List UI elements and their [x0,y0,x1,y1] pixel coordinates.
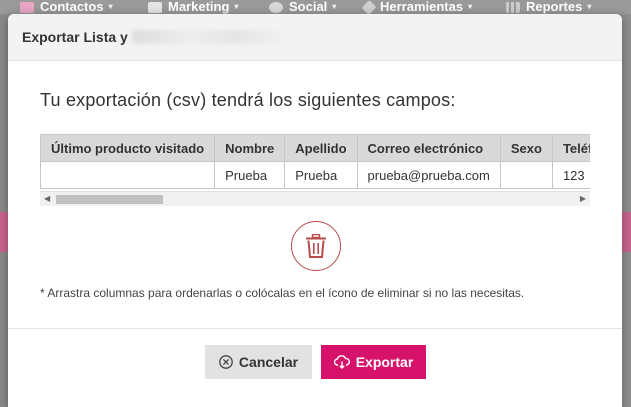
table-cell [40,161,216,189]
scroll-right-icon[interactable]: ▶ [580,194,586,203]
nav-label: Herramientas [380,0,464,14]
table-cell [499,161,553,189]
table-cell: Prueba [214,161,286,189]
social-icon [269,1,283,13]
table-cell: Prueba [284,161,358,189]
export-button[interactable]: Exportar [321,345,426,379]
cancel-label: Cancelar [238,354,299,370]
redacted-list-name [131,30,282,44]
background-page-left [0,14,8,407]
horizontal-scrollbar[interactable]: ◀ ▶ [40,191,590,206]
fields-table-container: Último producto visitado Nombre Apellido… [40,134,590,189]
cancel-button[interactable]: Cancelar [205,345,312,379]
scroll-left-icon[interactable]: ◀ [44,194,50,203]
nav-herramientas[interactable]: Herramientas ▾ [361,0,473,14]
background-accent-bar [622,212,631,252]
bar-chart-icon [506,1,520,13]
nav-label: Marketing [168,0,230,14]
nav-marketing[interactable]: Marketing ▾ [148,0,238,14]
table-cell: 123 [551,161,590,189]
background-accent-bar [0,212,8,252]
contacts-icon [20,1,34,13]
drag-hint: * Arrastra columnas para ordenarlas o co… [40,286,525,300]
chevron-down-icon: ▾ [468,2,473,11]
chevron-down-icon: ▾ [234,2,239,11]
column-header-nombre[interactable]: Nombre [214,134,286,162]
table-row: Prueba Prueba prueba@prueba.com 123 [40,161,590,189]
nav-contactos[interactable]: Contactos ▾ [20,0,113,14]
chevron-down-icon: ▾ [108,2,113,11]
marketing-icon [148,1,162,13]
export-label: Exportar [355,354,414,370]
column-header-apellido[interactable]: Apellido [284,134,358,162]
background-page-right [622,14,631,407]
dialog-header: Exportar Lista y [8,14,622,61]
top-navigation: Contactos ▾ Marketing ▾ Social ▾ Herrami… [0,0,631,14]
fields-table: Último producto visitado Nombre Apellido… [40,134,590,189]
cloud-download-icon [333,355,350,369]
table-header-row: Último producto visitado Nombre Apellido… [40,134,590,162]
column-header-telefono[interactable]: Teléfono [551,134,590,162]
chevron-down-icon: ▾ [332,2,337,11]
chevron-down-icon: ▾ [587,2,592,11]
export-dialog: Exportar Lista y Tu exportación (csv) te… [8,14,622,407]
close-circle-icon [219,355,233,369]
nav-reportes[interactable]: Reportes ▾ [506,0,591,14]
column-header-correo[interactable]: Correo electrónico [356,134,501,162]
nav-label: Contactos [40,0,104,14]
nav-label: Social [289,0,328,14]
column-header-ultimo-producto[interactable]: Último producto visitado [40,134,216,162]
export-description: Tu exportación (csv) tendrá los siguient… [40,90,456,110]
delete-drop-zone[interactable] [291,221,341,271]
footer-divider [8,328,622,329]
column-header-sexo[interactable]: Sexo [499,134,553,162]
nav-social[interactable]: Social ▾ [269,0,336,14]
dialog-title: Exportar Lista y [22,29,128,45]
table-cell: prueba@prueba.com [356,161,501,189]
nav-label: Reportes [526,0,583,14]
wrench-icon [361,0,377,14]
trash-icon [306,234,326,258]
scrollbar-thumb[interactable] [56,195,163,204]
